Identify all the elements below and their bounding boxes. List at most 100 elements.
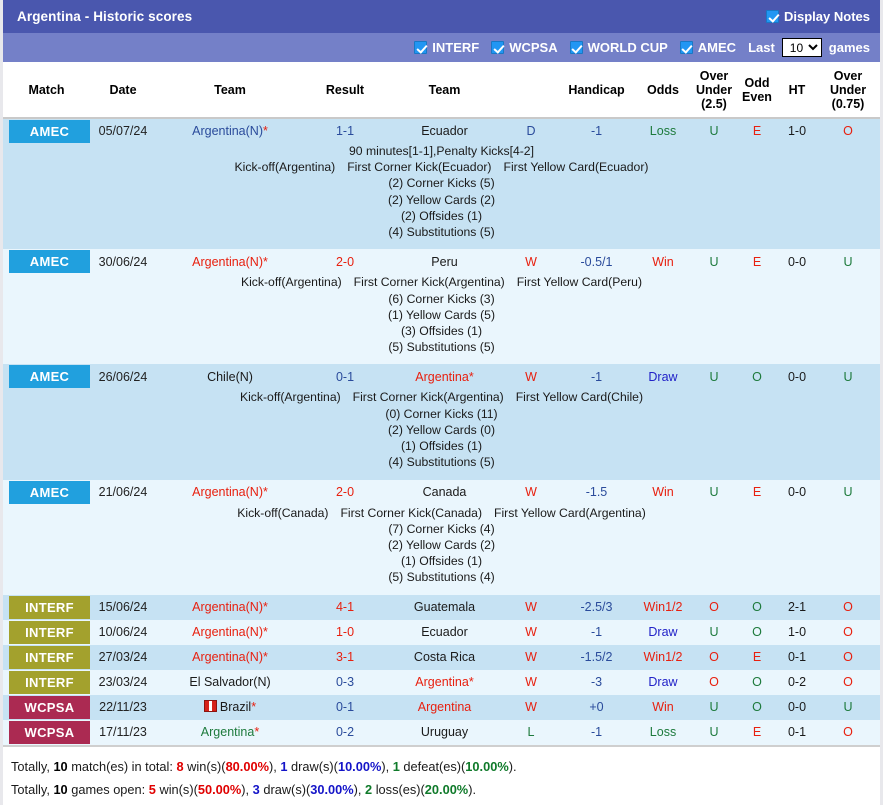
cell-team-home-text: Argentina(N) [192, 600, 263, 615]
cell-result-text: 2-0 [335, 254, 355, 269]
cell-over-under-25: O [692, 669, 736, 695]
filter-world-cup[interactable]: WORLD CUP [569, 40, 668, 55]
sum1-win-pct: 80.00% [225, 758, 269, 774]
cell-wdl-text: W [525, 625, 537, 640]
world-cup-checkbox-icon[interactable] [569, 41, 583, 54]
cell-over-under-075-text: O [843, 650, 853, 665]
cell-odd-even: E [736, 644, 778, 670]
cell-team-away-text: Costa Rica [413, 650, 476, 665]
notes-first-yellow: First Yellow Card(Ecuador) [503, 160, 649, 175]
table-row[interactable]: INTERF 23/03/24 El Salvador(N) 0-3 Argentina… [3, 669, 880, 695]
cell-team-away: Ecuador [386, 619, 503, 645]
cell-team-home: Argentina(N)* [156, 479, 304, 505]
cell-result-text: 0-1 [335, 700, 355, 715]
filter-amec[interactable]: AMEC [679, 40, 736, 55]
cell-wdl: W [503, 619, 559, 645]
table-row[interactable]: AMEC 21/06/24 Argentina(N)* 2-0 Canada W -1.5 W… [3, 479, 880, 505]
col-header-match[interactable]: Match [3, 62, 90, 119]
interf-checkbox-icon[interactable] [414, 41, 428, 54]
cell-team-home: Argentina(N)* [156, 644, 304, 670]
neutral-venue-star: * [263, 124, 268, 138]
col-header-result[interactable]: Result [304, 62, 386, 119]
cell-over-under-075: U [816, 249, 880, 275]
notes-kickoff: Kick-off(Argentina) [234, 160, 336, 175]
sum1-defeats: 1 [392, 758, 400, 774]
competition-badge: AMEC [9, 480, 90, 504]
cell-result-text: 2-0 [335, 485, 355, 499]
col-header-date[interactable]: Date [90, 62, 156, 119]
amec-checkbox-icon[interactable] [679, 41, 693, 54]
col-header-team-home[interactable]: Team [156, 62, 304, 119]
sum2-wins: 5 [148, 781, 156, 797]
display-notes-toggle[interactable]: Display Notes [766, 9, 870, 24]
cell-over-under-25: O [692, 644, 736, 670]
col-header-over-under-25[interactable]: Over Under (2.5) [692, 62, 736, 119]
table-row[interactable]: WCPSA 17/11/23 Argentina* 0-2 Uruguay L -1 Loss… [3, 719, 880, 745]
cell-over-under-075: U [816, 479, 880, 505]
table-row[interactable]: AMEC 26/06/24 Chile(N) 0-1 Argentina* W -1 Draw… [3, 364, 880, 390]
display-notes-checkbox-icon[interactable] [766, 10, 780, 23]
cell-handicap-text: -1 [590, 625, 603, 640]
col-header-odds[interactable]: Odds [634, 62, 692, 119]
col-header-ht[interactable]: HT [778, 62, 816, 119]
cell-team-away-text: Peru [431, 254, 458, 269]
cell-date: 26/06/24 [90, 364, 156, 390]
col-header-handicap[interactable]: Handicap [559, 62, 634, 119]
cell-wdl-text: W [525, 700, 537, 715]
table-row[interactable]: INTERF 27/03/24 Argentina(N)* 3-1 Costa Rica… [3, 644, 880, 670]
cell-odd-even: O [736, 619, 778, 645]
cell-date: 17/11/23 [90, 719, 156, 745]
cell-ht-text: 1-0 [787, 124, 807, 138]
table-row[interactable]: INTERF 10/06/24 Argentina(N)* 1-0 Ecuador W -1… [3, 619, 880, 645]
sum1-defeat-pct: 10.00% [465, 758, 509, 774]
oddeven-line2: Even [742, 89, 772, 104]
cell-odd-even: O [736, 594, 778, 620]
cell-team-away-text: Guatemala [413, 600, 476, 615]
filter-wcpsa[interactable]: WCPSA [491, 40, 558, 55]
cell-ht: 1-0 [778, 118, 816, 143]
sum2-t1: Totally, [11, 781, 54, 797]
notes-substitutions: (4) Substitutions (5) [388, 225, 495, 240]
cell-competition: AMEC [3, 364, 90, 390]
notes-cell: Kick-off(Argentina) First Corner Kick(Arg… [3, 274, 880, 365]
notes-first-yellow: First Yellow Card(Argentina) [494, 505, 646, 520]
cell-wdl: D [503, 118, 559, 143]
col-header-over-under-075[interactable]: Over Under (0.75) [816, 62, 880, 119]
cell-result: 3-1 [304, 644, 386, 670]
table-row[interactable]: AMEC 05/07/24 Argentina(N)* 1-1 Ecuador D -1 Lo… [3, 118, 880, 143]
games-count-select[interactable]: 10203050 [781, 38, 822, 57]
filter-world-cup-label: WORLD CUP [587, 40, 668, 55]
competition-badge: INTERF [9, 670, 90, 694]
sum2-t7: loss(es)( [372, 781, 425, 797]
notes-score-breakdown: 90 minutes[1-1],Penalty Kicks[4-2] [349, 144, 534, 158]
table-row[interactable]: AMEC 30/06/24 Argentina(N)* 2-0 Peru W -0.5/1 W… [3, 249, 880, 275]
display-notes-label: Display Notes [784, 9, 870, 24]
notes-block: Kick-off(Argentina) First Corner Kick(Arg… [3, 389, 880, 470]
cell-over-under-25: U [692, 249, 736, 275]
sum2-t4: ), [241, 781, 253, 797]
cell-result: 4-1 [304, 594, 386, 620]
cell-team-home: Argentina(N)* [156, 118, 304, 143]
table-row[interactable]: INTERF 15/06/24 Argentina(N)* 4-1 Guatemala W… [3, 594, 880, 620]
notes-kickoff: Kick-off(Argentina) [240, 275, 342, 290]
notes-row: Kick-off(Argentina) First Corner Kick(Arg… [3, 389, 880, 480]
cell-wdl-text: W [525, 485, 537, 499]
notes-block: 90 minutes[1-1],Penalty Kicks[4-2] Kick-o… [3, 143, 880, 240]
notes-offsides: (2) Offsides (1) [400, 208, 483, 223]
table-body: AMEC 05/07/24 Argentina(N)* 1-1 Ecuador D -1 Lo… [3, 118, 880, 745]
col-header-team-away[interactable]: Team [386, 62, 503, 119]
notes-block: Kick-off(Canada) First Corner Kick(Canada… [3, 505, 880, 586]
table-row[interactable]: WCPSA 22/11/23 Brazil* 0-1 Argentina W +0 Win U O… [3, 694, 880, 720]
cell-over-under-075: U [816, 694, 880, 720]
filter-interf[interactable]: INTERF [414, 40, 479, 55]
cell-over-under-25: U [692, 364, 736, 390]
cell-wdl: W [503, 249, 559, 275]
historic-scores-table: Match Date Team Result Team Handicap Odd… [3, 62, 880, 745]
wcpsa-checkbox-icon[interactable] [491, 41, 505, 54]
notes-corner-kicks: (0) Corner Kicks (11) [385, 406, 498, 421]
cell-odds-text: Draw [648, 625, 678, 640]
cell-odd-even: E [736, 118, 778, 143]
cell-over-under-075: O [816, 669, 880, 695]
col-header-odd-even[interactable]: Odd Even [736, 62, 778, 119]
cell-wdl-text: L [527, 725, 535, 740]
